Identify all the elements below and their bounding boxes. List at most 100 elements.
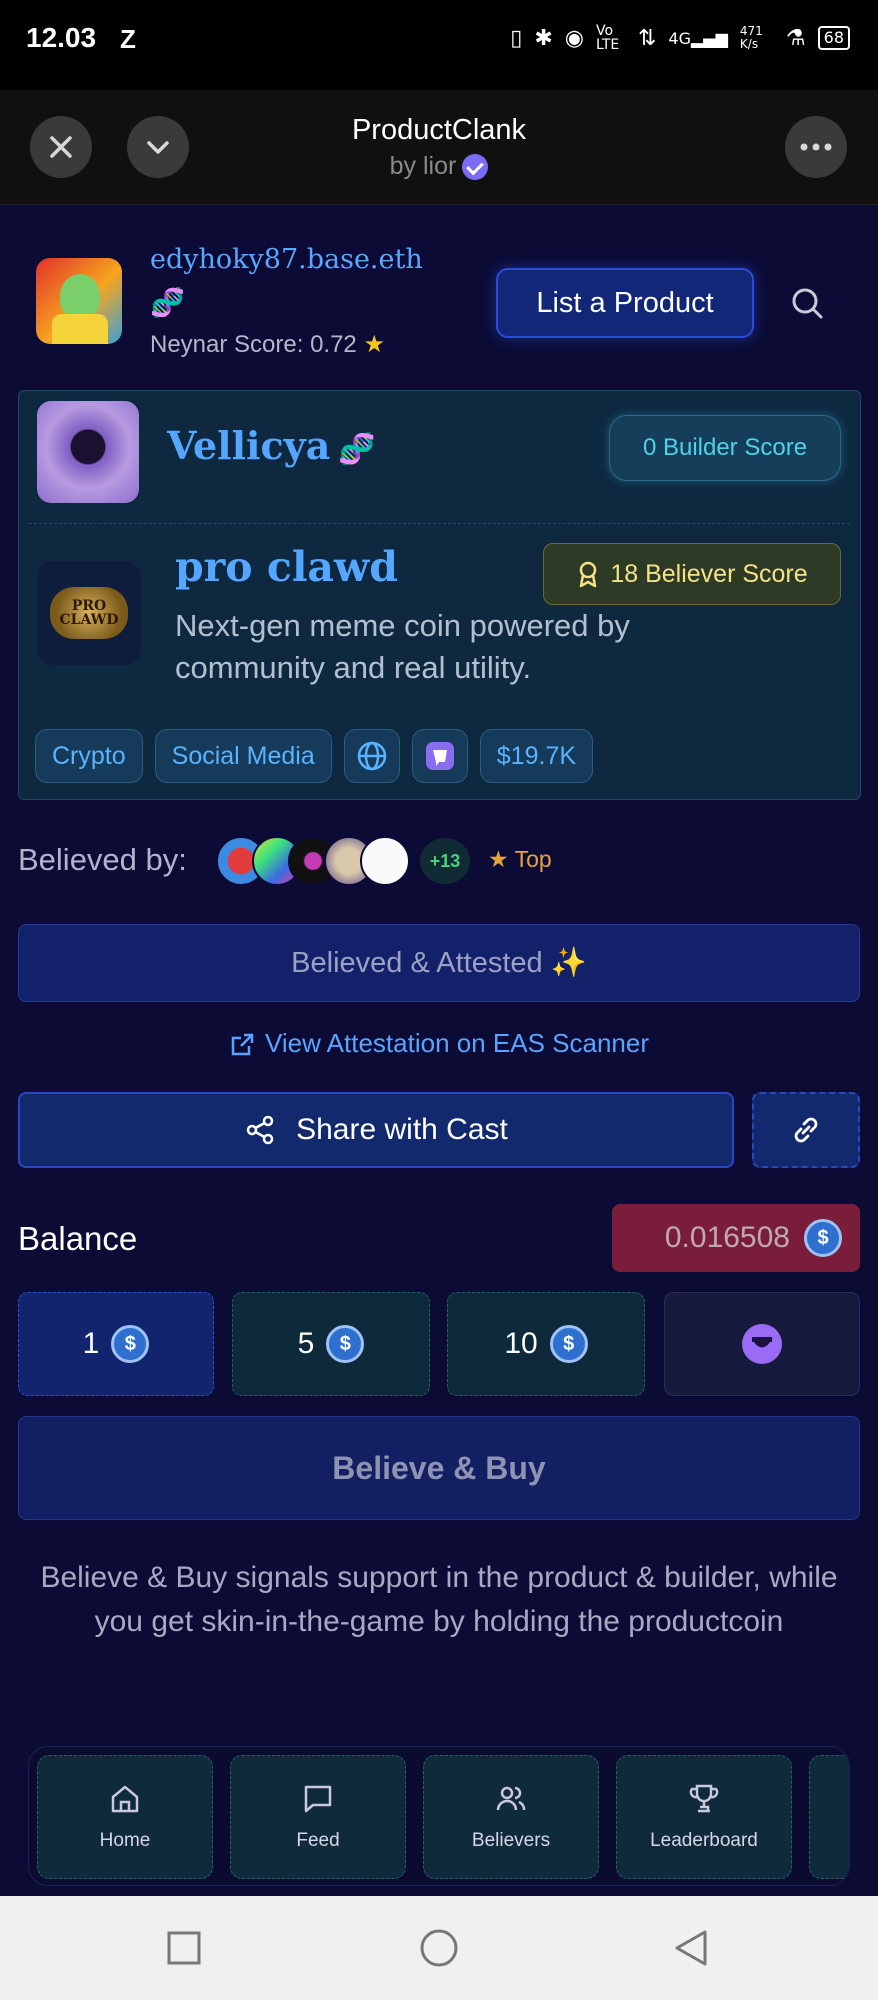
z-notification-icon: Z xyxy=(120,24,136,54)
nav-home[interactable]: Home xyxy=(37,1755,213,1879)
volte-icon: Vo LTE xyxy=(595,23,620,53)
balance-amount: 0.016508 xyxy=(664,1221,790,1254)
recents-icon[interactable] xyxy=(166,1930,202,1966)
network-rate: 471 K/s xyxy=(739,24,763,51)
data-arrows-icon: ⇅ xyxy=(637,25,657,51)
believer-avatars[interactable] xyxy=(216,836,410,886)
message-icon xyxy=(304,1785,332,1813)
award-icon xyxy=(580,561,597,588)
search-button[interactable] xyxy=(788,284,828,324)
dna-icon: 🧬 xyxy=(150,287,185,318)
share-icon xyxy=(246,1115,274,1145)
back-icon[interactable] xyxy=(672,1928,710,1968)
amount-10-button[interactable]: 10 $ xyxy=(447,1292,645,1396)
app-author-text: by lior xyxy=(389,152,457,180)
believer-score-text: 18 Believer Score xyxy=(610,559,808,588)
more-believers-count[interactable]: +13 xyxy=(420,838,470,884)
status-time: 12.03 xyxy=(26,22,97,53)
verified-icon xyxy=(462,154,489,181)
tag-social-media[interactable]: Social Media xyxy=(154,729,332,783)
list-product-button[interactable]: List a Product xyxy=(496,268,754,338)
app-title: ProductClank xyxy=(351,114,527,146)
custom-token-button[interactable] xyxy=(664,1292,860,1396)
home-icon xyxy=(111,1785,139,1813)
view-attestation-link[interactable]: View Attestation on EAS Scanner xyxy=(0,1028,878,1059)
bottom-nav: Home Feed Believers Leaderboard xyxy=(28,1746,850,1886)
dna-icon: 🧬 xyxy=(338,432,376,467)
balance-value: 0.016508 $ xyxy=(612,1204,860,1272)
nav-leaderboard[interactable]: Leaderboard xyxy=(616,1755,792,1879)
users-icon xyxy=(496,1786,526,1811)
product-name[interactable]: pro clawd xyxy=(175,543,398,591)
top-badge: ★ Top xyxy=(488,846,552,872)
amount-1-button[interactable]: 1 $ xyxy=(18,1292,214,1396)
believe-buy-description: Believe & Buy signals support in the pro… xyxy=(40,1561,838,1638)
token-icon xyxy=(742,1324,782,1364)
external-link-icon xyxy=(231,1033,254,1056)
signal-icon: 4G▂▄▆ xyxy=(668,28,728,48)
product-description: Next-gen meme coin powered by community … xyxy=(175,608,630,685)
amount-5-label: 5 xyxy=(297,1327,315,1360)
market-cap-tag[interactable]: $19.7K xyxy=(479,729,594,783)
nav-believers-label: Believers xyxy=(471,1830,551,1851)
signal-label: 4G xyxy=(668,28,691,48)
builder-avatar[interactable] xyxy=(37,401,139,503)
product-tags: Crypto Social Media $19.7K xyxy=(35,729,594,783)
more-options-button[interactable] xyxy=(785,116,847,178)
tag-crypto[interactable]: Crypto xyxy=(35,729,143,783)
nav-feed[interactable]: Feed xyxy=(230,1755,406,1879)
username[interactable]: edyhoky87.base.eth xyxy=(150,244,423,275)
globe-icon xyxy=(357,741,387,771)
nav-believers[interactable]: Believers xyxy=(423,1755,599,1879)
hotspot-icon: ◉ xyxy=(564,25,584,51)
bluetooth-icon: ✱ xyxy=(534,25,553,51)
user-avatar[interactable] xyxy=(36,258,122,344)
nav-leaderboard-label: Leaderboard xyxy=(650,1830,758,1851)
amount-5-button[interactable]: 5 $ xyxy=(232,1292,430,1396)
ellipsis-icon xyxy=(800,143,832,151)
card-divider xyxy=(29,523,850,524)
balance-label: Balance xyxy=(18,1220,138,1257)
link-icon xyxy=(794,1117,818,1143)
vibrate-icon: ▯ xyxy=(510,25,523,51)
copy-link-button[interactable] xyxy=(752,1092,860,1168)
amount-1-label: 1 xyxy=(82,1327,100,1360)
product-logo: PRO CLAWD xyxy=(37,561,141,665)
believed-by-label: Believed by: xyxy=(18,842,187,877)
believe-buy-button[interactable]: Believe & Buy xyxy=(18,1416,860,1520)
system-nav-bar xyxy=(0,1896,878,2000)
believed-attested-button[interactable]: Believed & Attested ✨ xyxy=(18,924,860,1002)
product-logo-badge: PRO CLAWD xyxy=(50,587,128,639)
neynar-score-text: Neynar Score: 0.72 xyxy=(150,331,357,358)
amount-10-label: 10 xyxy=(504,1327,538,1360)
share-with-cast-button[interactable]: Share with Cast xyxy=(18,1092,734,1168)
battery-icon: 68 xyxy=(817,26,850,50)
farcaster-icon xyxy=(425,742,454,770)
flask-icon: ⚗ xyxy=(785,25,806,51)
builder-name[interactable]: Vellicya 🧬 xyxy=(167,423,376,468)
nav-more[interactable] xyxy=(809,1755,849,1879)
website-link[interactable] xyxy=(343,729,400,783)
home-circle-icon[interactable] xyxy=(419,1928,459,1968)
app-author: by lior xyxy=(0,152,878,181)
builder-score-badge: 0 Builder Score xyxy=(609,415,841,481)
believer-score-badge: 18 Believer Score xyxy=(543,543,841,605)
product-card: Vellicya 🧬 0 Builder Score PRO CLAWD pro … xyxy=(18,390,861,800)
search-icon xyxy=(792,288,823,319)
status-bar: 12.03 Z ▯ ✱ ◉ Vo LTE ⇅ 4G▂▄▆ 471 K/s ⚗ 6… xyxy=(0,0,878,90)
usdc-icon: $ xyxy=(804,1219,842,1257)
usdc-icon: $ xyxy=(111,1325,150,1363)
usdc-icon: $ xyxy=(326,1325,365,1363)
builder-name-text: Vellicya xyxy=(167,423,331,468)
status-icons: ▯ ✱ ◉ Vo LTE ⇅ 4G▂▄▆ 471 K/s ⚗ 68 xyxy=(510,24,850,52)
share-label: Share with Cast xyxy=(296,1113,508,1146)
trophy-icon xyxy=(689,1784,719,1813)
neynar-score: Neynar Score: 0.72 ★ xyxy=(150,330,385,359)
app-top-bar: ProductClank by lior xyxy=(0,90,878,205)
believer-avatar[interactable] xyxy=(360,836,410,886)
view-attestation-text: View Attestation on EAS Scanner xyxy=(265,1028,649,1058)
usdc-icon: $ xyxy=(549,1325,588,1363)
nav-feed-label: Feed xyxy=(296,1830,340,1851)
nav-home-label: Home xyxy=(99,1830,151,1851)
farcaster-link[interactable] xyxy=(411,729,468,783)
